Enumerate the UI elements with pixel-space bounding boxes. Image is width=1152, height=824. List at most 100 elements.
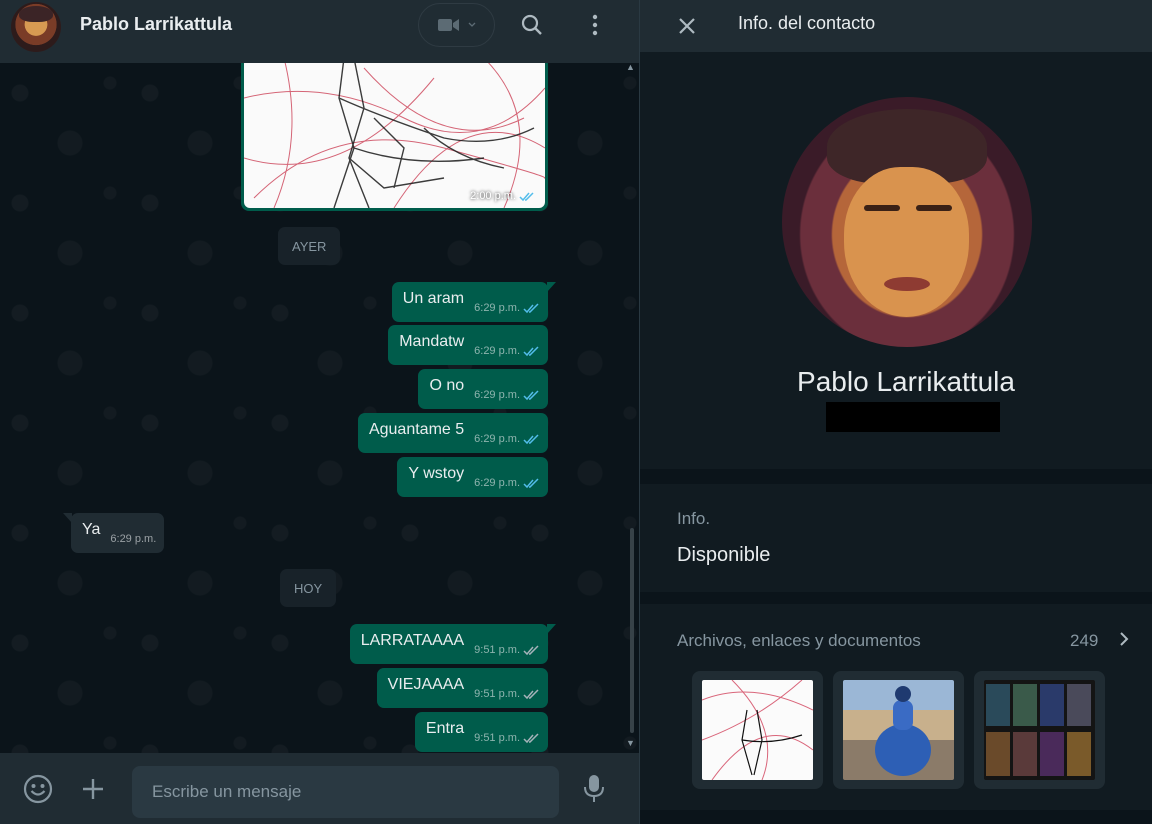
message-time: 6:29 p.m. [474,433,520,445]
double-check-icon [523,644,539,655]
message-meta: 6:29 p.m. [110,533,156,545]
chat-pane: 2:00 p.m. AYER Un aram 6:29 p.m. Mandatw [0,0,639,824]
message-text: Aguantame 5 [368,421,465,438]
message-bubble-out[interactable]: Entra 9:51 p.m. [414,712,548,752]
whatsapp-web-app: 2:00 p.m. AYER Un aram 6:29 p.m. Mandatw [0,0,1152,824]
message-time: 6:29 p.m. [474,302,520,314]
profile-photo[interactable] [782,97,1032,347]
double-check-icon [523,389,539,400]
scroll-up-arrow[interactable]: ▲ [626,62,636,72]
message-bubble-out[interactable]: Aguantame 5 6:29 p.m. [357,413,548,453]
menu-dots-icon [592,14,598,36]
media-thumbnail-image [984,680,1095,780]
video-call-button[interactable] [418,3,495,47]
message-time: 6:29 p.m. [474,389,520,401]
redacted-phone-number [826,402,1000,432]
message-bubble-out[interactable]: LARRATAAAA 9:51 p.m. [349,624,557,664]
search-icon [521,14,542,35]
message-time: 6:29 p.m. [110,533,157,545]
chat-contact-name[interactable]: Pablo Larrikattula [80,14,232,35]
image-message[interactable]: 2:00 p.m. [241,55,548,211]
message-bubble-out[interactable]: Mandatw 6:29 p.m. [388,325,548,365]
chat-header[interactable]: Pablo Larrikattula [0,0,639,63]
sketch-image[interactable]: 2:00 p.m. [244,58,545,208]
video-camera-icon [437,19,459,31]
emoji-button[interactable] [20,771,56,807]
photo-lips [884,277,930,291]
profile-section: Pablo Larrikattula [640,52,1152,469]
message-text: Un aram [402,290,465,307]
message-bubble-out[interactable]: O no 6:29 p.m. [418,369,548,409]
message-text: LARRATAAAA [360,632,465,649]
photo-face [844,167,969,317]
contact-info-header: Info. del contacto [640,0,1152,52]
microphone-icon [584,775,604,802]
message-bubble-out[interactable]: Y wstoy 6:29 p.m. [397,457,548,497]
message-meta: 6:29 p.m. [474,389,540,401]
media-section: Archivos, enlaces y documentos 249 [640,604,1152,810]
message-meta: 6:29 p.m. [474,302,540,314]
sketch-drawing [244,58,545,208]
contact-info-pane: Info. del contacto Pablo Larrikattula In… [640,0,1152,824]
photo-brow [916,205,952,211]
media-thumbnail[interactable] [833,671,964,789]
double-check-icon [523,433,539,444]
about-section: Info. Disponible [640,484,1152,592]
media-link-row[interactable]: Archivos, enlaces y documentos 249 [640,604,1152,674]
double-check-icon [523,688,539,699]
emoji-icon [23,774,53,804]
message-composer [0,753,639,824]
message-meta: 6:29 p.m. [474,345,540,357]
double-check-icon [523,732,539,743]
message-time: 9:51 p.m. [474,644,520,656]
message-time: 9:51 p.m. [474,732,520,744]
message-input[interactable] [132,766,559,818]
message-text: Entra [425,720,465,737]
about-label: Info. [677,509,711,528]
message-bubble-out[interactable]: VIEJAAAA 9:51 p.m. [376,668,548,708]
media-thumbnail[interactable] [692,671,823,789]
plus-icon [83,779,103,799]
media-count: 249 [1070,631,1099,650]
voice-message-button[interactable] [576,771,612,807]
message-text: VIEJAAAA [387,676,465,693]
message-meta: 6:29 p.m. [474,477,540,489]
chevron-down-icon [468,22,475,27]
close-info-button[interactable] [673,12,701,40]
message-meta: 9:51 p.m. [474,688,540,700]
message-text: Mandatw [399,333,465,350]
double-check-icon [519,191,534,201]
message-time: 6:29 p.m. [474,477,520,489]
message-time: 9:51 p.m. [474,688,520,700]
menu-button[interactable] [580,10,610,40]
double-check-icon [523,302,539,313]
scroll-down-arrow[interactable]: ▼ [626,738,636,748]
double-check-icon [523,477,539,488]
media-thumbnail-image [702,680,813,780]
day-separator-yesterday: AYER [278,227,341,265]
message-bubble-out[interactable]: Un aram 6:29 p.m. [391,282,557,322]
message-meta: 6:29 p.m. [474,433,540,445]
message-text: Ya [82,521,101,538]
message-meta: 9:51 p.m. [474,644,540,656]
message-bubble-in[interactable]: Ya 6:29 p.m. [62,513,165,553]
media-label: Archivos, enlaces y documentos [677,631,921,650]
chevron-right-icon [1116,629,1132,649]
photo-brow [864,205,900,211]
search-button[interactable] [517,10,547,40]
contact-info-title: Info. del contacto [738,13,876,33]
message-meta: 9:51 p.m. [474,732,540,744]
chat-scrollbar[interactable] [630,528,634,733]
day-separator-today: HOY [280,569,337,607]
double-check-icon [523,345,539,356]
message-time: 6:29 p.m. [474,345,520,357]
attach-button[interactable] [75,771,111,807]
media-thumbnail[interactable] [974,671,1105,789]
message-text: O no [429,377,465,394]
image-message-time: 2:00 p.m. [470,190,535,202]
close-icon [679,18,695,34]
media-thumbnail-image [843,680,954,780]
profile-name: Pablo Larrikattula [797,366,1015,397]
about-value: Disponible [677,544,771,566]
contact-avatar[interactable] [11,2,61,52]
